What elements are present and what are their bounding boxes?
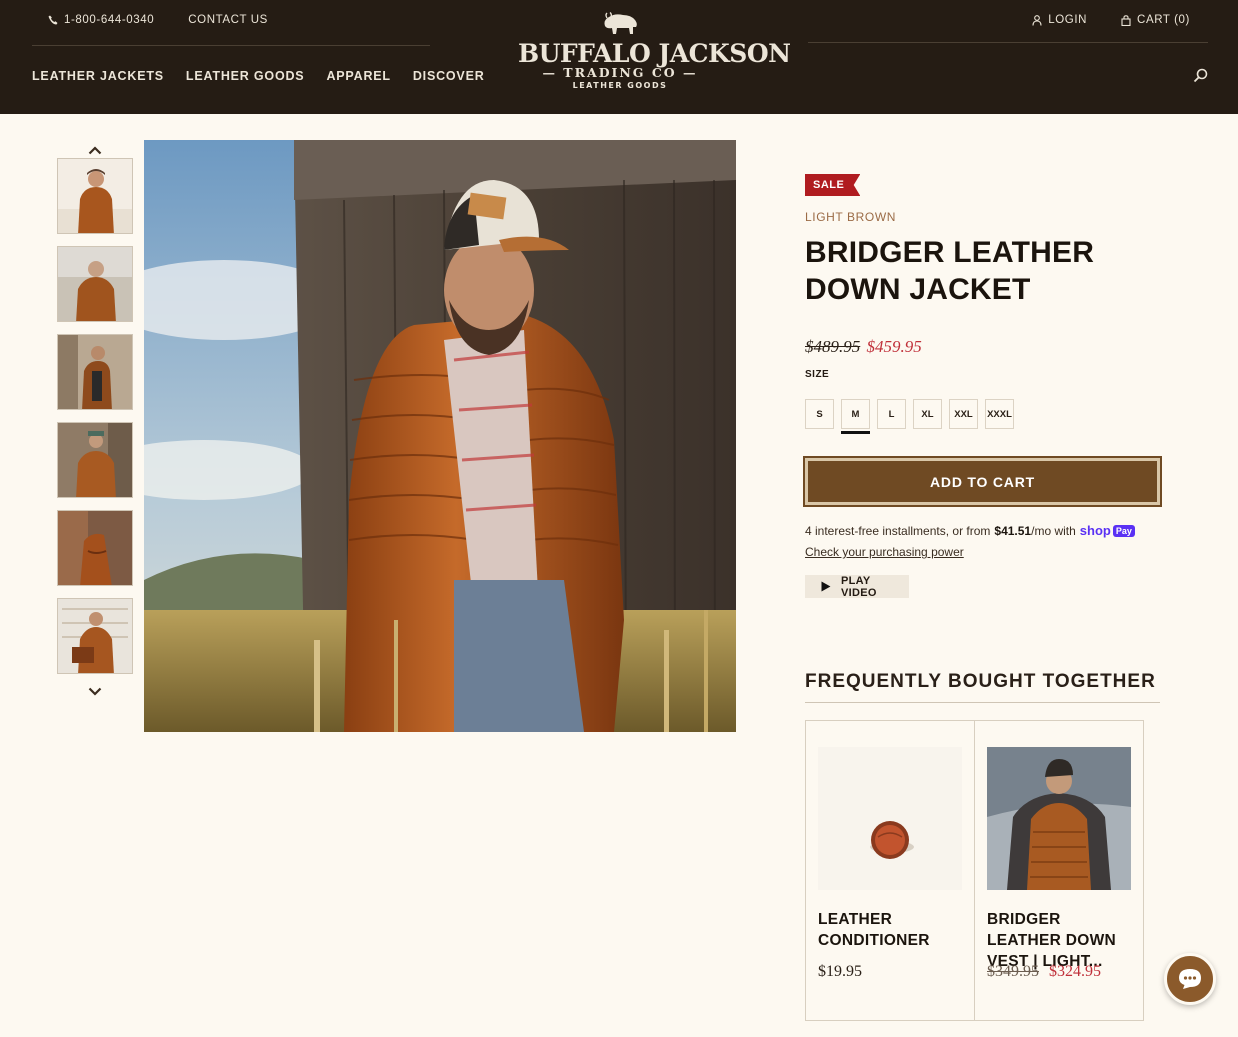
buffalo-icon <box>604 12 637 35</box>
thumbnail-image <box>58 159 132 233</box>
down-vest-photo <box>987 747 1131 890</box>
divider <box>805 702 1160 703</box>
thumbnail-1[interactable] <box>57 158 133 234</box>
sale-price: $459.95 <box>866 337 922 356</box>
thumbnail-5[interactable] <box>57 510 133 586</box>
nav-leather-goods[interactable]: LEATHER GOODS <box>186 69 305 83</box>
add-to-cart-button[interactable]: ADD TO CART <box>803 456 1162 507</box>
thumbnail-image <box>58 423 132 497</box>
login-label: LOGIN <box>1048 14 1088 26</box>
conditioner-tin-image <box>818 747 962 890</box>
thumbnail-image <box>58 599 132 673</box>
phone-number: 1-800-644-0340 <box>64 14 155 26</box>
play-video-button[interactable]: PLAY VIDEO <box>805 574 909 599</box>
main-product-image[interactable] <box>144 140 736 732</box>
leather-conditioner-image <box>818 747 962 890</box>
play-video-label: PLAY VIDEO <box>840 574 877 599</box>
size-option-l[interactable]: L <box>877 399 906 429</box>
chat-button[interactable] <box>1164 953 1216 1005</box>
thumbnail-image <box>58 335 132 409</box>
divider <box>32 45 430 46</box>
chevron-up-icon <box>88 145 102 154</box>
check-purchasing-power-link[interactable]: Check your purchasing power <box>805 545 964 559</box>
shop-pay-brand: shop <box>1079 523 1111 538</box>
size-option-xxl[interactable]: XXL <box>949 399 978 429</box>
size-option-s[interactable]: S <box>805 399 834 429</box>
search-icon <box>1193 68 1208 83</box>
chevron-down-icon <box>88 687 102 696</box>
login-link[interactable]: LOGIN <box>1032 14 1087 26</box>
fbt-heading: FREQUENTLY BOUGHT TOGETHER <box>805 671 1156 692</box>
phone-icon <box>48 15 58 25</box>
product-title: BRIDGER LEATHER DOWN JACKET <box>805 236 1095 306</box>
thumbnail-4[interactable] <box>57 422 133 498</box>
brand-logo[interactable]: BUFFALO JACKSON — TRADING CO — LEATHER G… <box>518 12 791 102</box>
user-icon <box>1032 14 1042 26</box>
thumbs-up-button[interactable] <box>86 143 104 157</box>
product-photo <box>144 140 736 732</box>
thumbnail-3[interactable] <box>57 334 133 410</box>
search-button[interactable] <box>1193 68 1208 88</box>
installments-info: 4 interest-free installments, or from $4… <box>805 523 1135 538</box>
logo-line-1: BUFFALO JACKSON <box>518 39 791 68</box>
fbt-card-down-vest[interactable]: BRIDGER LEATHER DOWN VEST | LIGHT... $34… <box>974 720 1144 1021</box>
thumbnail-image <box>58 511 132 585</box>
logo-line-2: — TRADING CO — <box>542 65 698 80</box>
top-left-links: 1-800-644-0340 CONTACT US <box>48 14 268 26</box>
site-header: 1-800-644-0340 CONTACT US LEATHER JACKET… <box>0 0 1238 114</box>
play-icon <box>821 581 831 592</box>
color-name: LIGHT BROWN <box>805 210 897 224</box>
thumbnail-image <box>58 247 132 321</box>
sale-price: $324.95 <box>1049 963 1101 980</box>
chat-icon <box>1179 969 1201 989</box>
fbt-item-name: LEATHER CONDITIONER <box>818 911 930 949</box>
sale-badge: SALE <box>805 174 861 196</box>
thumbnail-6[interactable] <box>57 598 133 674</box>
divider <box>808 42 1208 43</box>
installments-amount: $41.51 <box>994 523 1032 538</box>
fbt-item-price: $19.95 <box>818 963 862 981</box>
size-option-xxxl[interactable]: XXXL <box>985 399 1014 429</box>
down-vest-image <box>987 747 1131 890</box>
main-nav: LEATHER JACKETS LEATHER GOODS APPAREL DI… <box>32 69 485 83</box>
installments-suffix: /mo with <box>1031 523 1076 538</box>
phone-link[interactable]: 1-800-644-0340 <box>48 14 154 26</box>
size-selector: S M L XL XXL XXXL <box>805 399 1014 434</box>
original-price: $349.95 <box>987 963 1039 980</box>
nav-leather-jackets[interactable]: LEATHER JACKETS <box>32 69 164 83</box>
shop-pay-badge: Pay <box>1112 524 1135 537</box>
fbt-card-leather-conditioner[interactable]: LEATHER CONDITIONER $19.95 <box>805 720 975 1021</box>
logo-line-3: LEATHER GOODS <box>572 81 668 90</box>
cart-label: CART (0) <box>1137 14 1190 26</box>
size-label: SIZE <box>805 369 830 380</box>
fbt-item-price: $349.95 $324.95 <box>987 963 1101 981</box>
product-price: $489.95 $459.95 <box>805 337 922 357</box>
bag-icon <box>1121 14 1131 26</box>
cart-link[interactable]: CART (0) <box>1121 14 1190 26</box>
size-option-xl[interactable]: XL <box>913 399 942 429</box>
original-price: $489.95 <box>805 337 861 356</box>
nav-apparel[interactable]: APPAREL <box>326 69 390 83</box>
account-links: LOGIN CART (0) <box>1032 14 1190 26</box>
item-price: $19.95 <box>818 963 862 980</box>
installments-text: 4 interest-free installments, or from <box>805 523 991 538</box>
contact-us-link[interactable]: CONTACT US <box>188 14 268 26</box>
thumbs-down-button[interactable] <box>86 684 104 698</box>
size-option-m[interactable]: M <box>841 399 870 434</box>
shop-pay-logo: shop Pay <box>1080 523 1135 538</box>
nav-discover[interactable]: DISCOVER <box>413 69 485 83</box>
thumbnail-2[interactable] <box>57 246 133 322</box>
